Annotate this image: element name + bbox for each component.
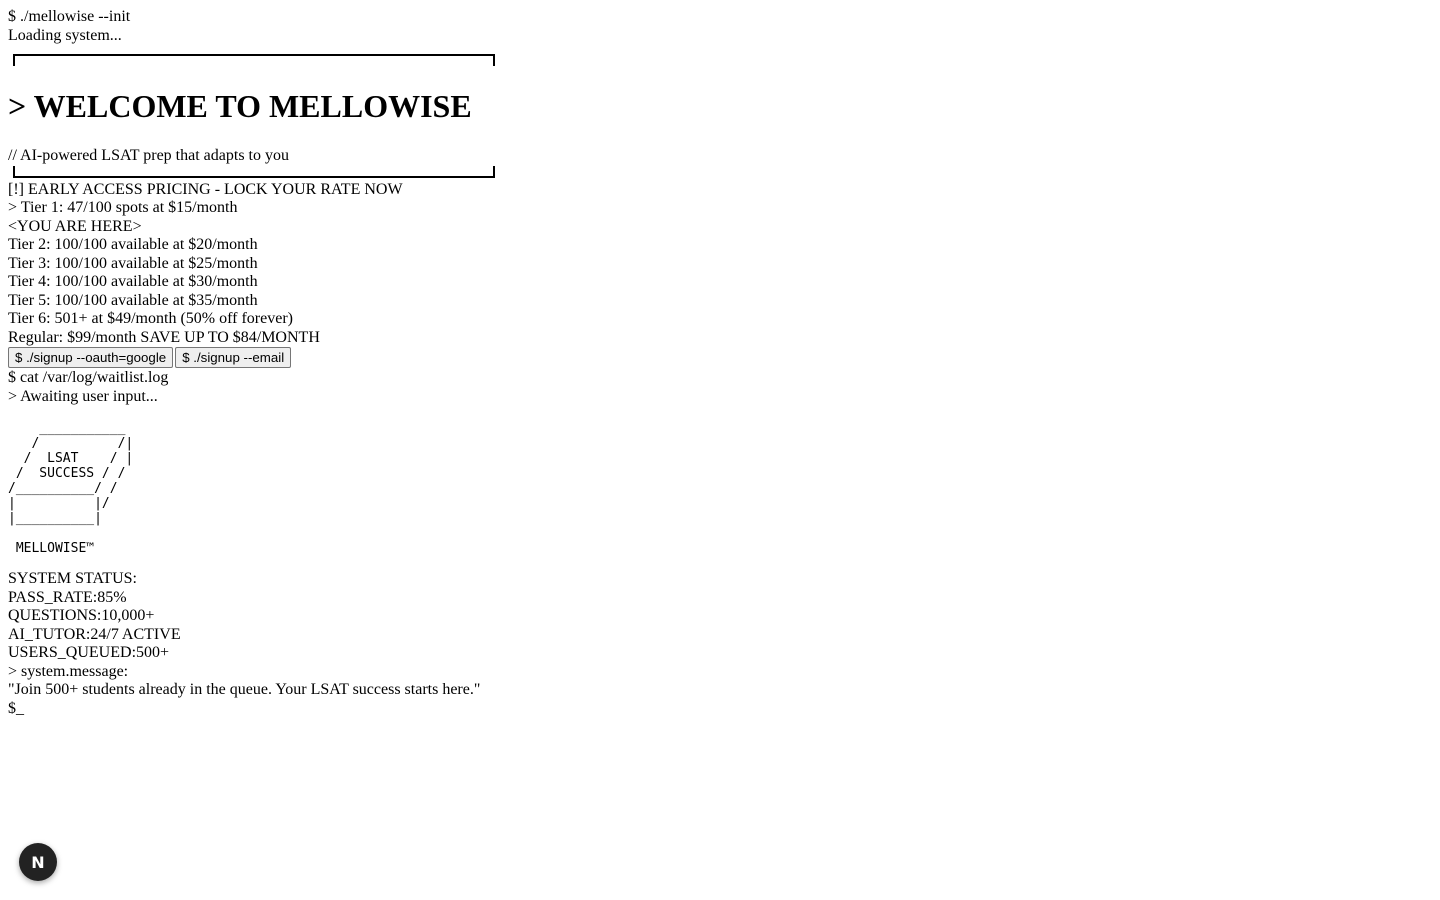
tier-item: Tier 6: 501+ at $49/month (50% off forev… xyxy=(8,310,293,327)
log-command: $ cat /var/log/waitlist.log xyxy=(8,369,169,386)
next-n-icon: N xyxy=(31,852,45,872)
status-item: QUESTIONS:10,000+ xyxy=(8,607,155,624)
regular-price: Regular: $99/month SAVE UP TO $84/MONTH xyxy=(8,328,320,346)
prompt-cursor: $_ xyxy=(8,699,24,717)
frame-top-border xyxy=(13,54,495,66)
signup-buttons: $ ./signup --oauth=google $ ./signup --e… xyxy=(8,347,1432,369)
ascii-art-logo: ___________ / /| / LSAT / | / SUCCESS / … xyxy=(8,421,134,556)
system-status: SYSTEM STATUS: PASS_RATE:85% QUESTIONS:1… xyxy=(8,570,1432,663)
tier-item: Tier 4: 100/100 available at $30/month xyxy=(8,273,258,290)
init-command: $ ./mellowise --init xyxy=(8,8,131,25)
frame-bottom-border xyxy=(13,165,495,178)
status-item: PASS_RATE:85% xyxy=(8,588,127,606)
tagline: // AI-powered LSAT prep that adapts to y… xyxy=(8,147,289,164)
status-header: SYSTEM STATUS: xyxy=(8,570,137,587)
signup-email-button[interactable]: $ ./signup --email xyxy=(175,347,292,368)
system-message-label: > system.message: xyxy=(8,662,129,680)
current-tier: > Tier 1: 47/100 spots at $15/month xyxy=(8,199,238,216)
status-item: USERS_QUEUED:500+ xyxy=(8,644,170,661)
tier-item: Tier 2: 100/100 available at $20/month xyxy=(8,236,258,253)
pricing-header: [!] EARLY ACCESS PRICING - LOCK YOUR RAT… xyxy=(8,180,403,198)
page-title: > WELCOME TO MELLOWISE xyxy=(8,88,472,124)
status-item: AI_TUTOR:24/7 ACTIVE xyxy=(8,625,181,643)
tier-item: Tier 3: 100/100 available at $25/month xyxy=(8,254,258,272)
you-are-here-marker: <YOU ARE HERE> xyxy=(8,217,142,235)
pricing-section: [!] EARLY ACCESS PRICING - LOCK YOUR RAT… xyxy=(8,181,1432,348)
loading-text: Loading system... xyxy=(8,26,122,44)
terminal-page: $ ./mellowise --init Loading system... >… xyxy=(8,8,1432,718)
signup-google-button[interactable]: $ ./signup --oauth=google xyxy=(8,347,174,368)
next-dev-badge[interactable]: N xyxy=(19,843,57,881)
system-message-text: "Join 500+ students already in the queue… xyxy=(8,681,481,698)
awaiting-input-text: > Awaiting user input... xyxy=(8,387,158,405)
tier-item: Tier 5: 100/100 available at $35/month xyxy=(8,291,258,309)
